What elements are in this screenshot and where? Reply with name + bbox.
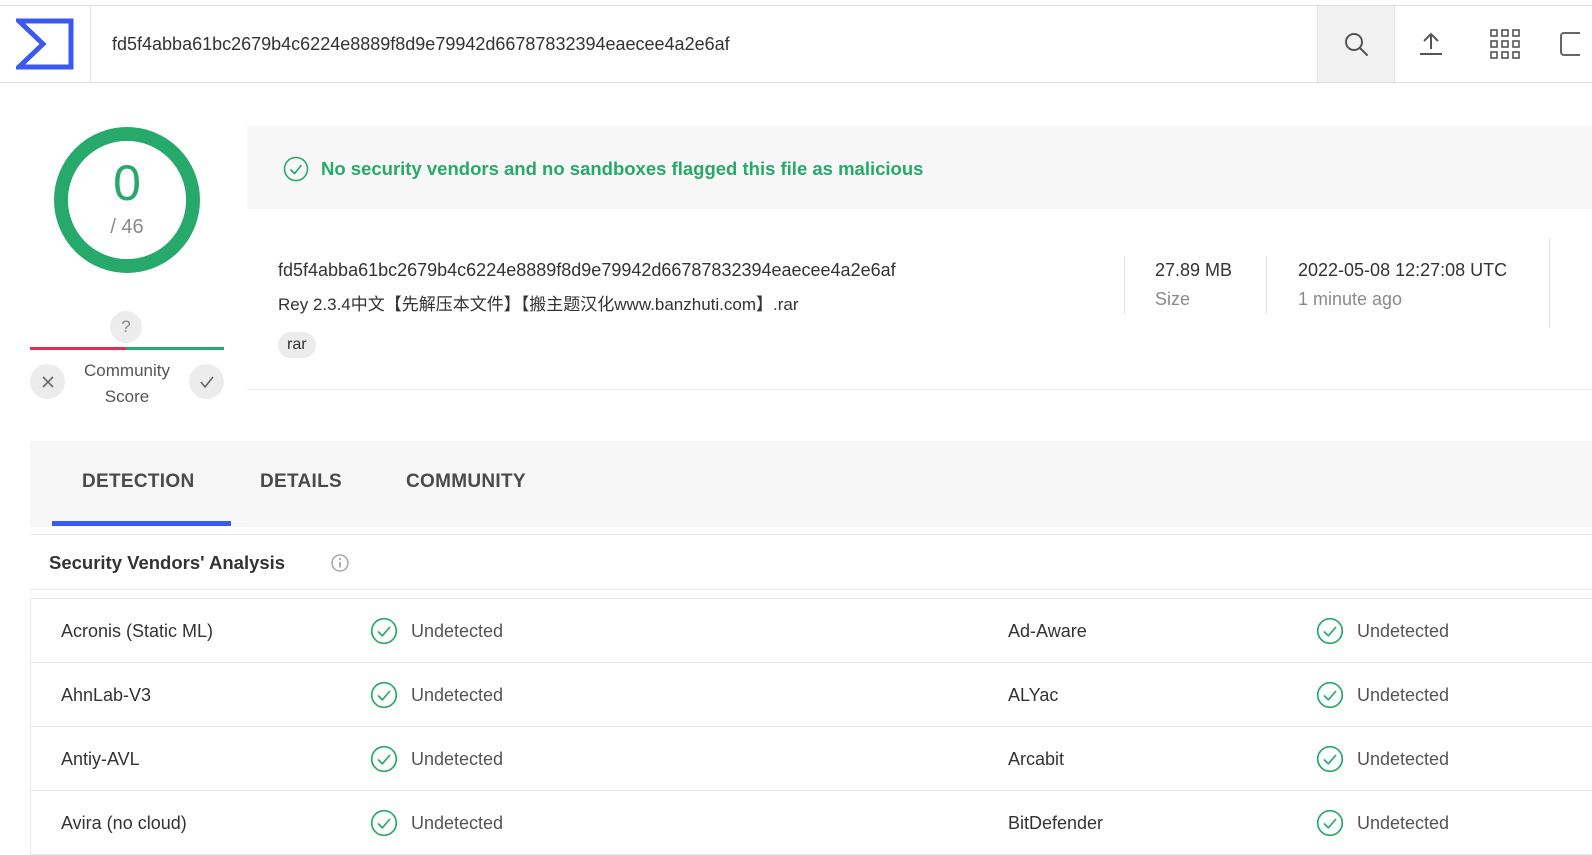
vendor-result: Undetected (411, 685, 504, 705)
check-circle-icon (1316, 745, 1344, 778)
community-score-badge: ? (110, 311, 142, 343)
divider (30, 589, 1592, 590)
community-score-bar-positive (126, 347, 224, 350)
check-circle-icon (1316, 809, 1344, 842)
tab-details[interactable]: DETAILS (260, 469, 342, 495)
search-input[interactable] (91, 6, 1315, 82)
detection-count: 0 (113, 155, 141, 211)
vendor-name: ALYac (1008, 685, 1059, 705)
section-title: Security Vendors' Analysis (49, 552, 286, 573)
vendor-result: Undetected (1357, 685, 1450, 705)
engine-total: / 46 (110, 216, 144, 238)
check-circle-icon (370, 809, 398, 842)
divider (30, 534, 1592, 535)
info-icon[interactable] (330, 553, 350, 573)
check-circle-icon (1316, 681, 1344, 714)
vendor-name: Ad-Aware (1008, 621, 1087, 641)
notification-icon[interactable] (1560, 32, 1580, 56)
check-circle-icon (370, 745, 398, 778)
divider (1124, 256, 1125, 314)
table-row: Acronis (Static ML) Undetected Ad-Aware Und… (31, 599, 1592, 663)
vendor-name: Antiy-AVL (61, 749, 140, 769)
close-icon (41, 375, 54, 388)
community-score-bar-negative (30, 347, 126, 350)
table-row: Antiy-AVL Undetected Arcabit Undetected (31, 727, 1592, 791)
upload-button[interactable] (1400, 6, 1462, 82)
vendor-table: Acronis (Static ML) Undetected Ad-Aware Und… (30, 598, 1592, 855)
virustotal-logo-icon[interactable] (0, 6, 91, 82)
vendor-result: Undetected (1357, 813, 1450, 833)
vendor-result: Undetected (411, 621, 504, 641)
vendor-name: Arcabit (1008, 749, 1065, 769)
table-row: Avira (no cloud) Undetected BitDefender Und… (31, 791, 1592, 855)
divider (1549, 238, 1550, 328)
vendor-result: Undetected (1357, 749, 1450, 769)
file-size: 27.89 MB (1155, 260, 1233, 280)
vendor-result: Undetected (1357, 621, 1450, 641)
active-tab-indicator (52, 521, 231, 526)
apps-grid-button[interactable] (1472, 6, 1538, 82)
vendor-name: BitDefender (1008, 813, 1104, 833)
analysis-date: 2022-05-08 12:27:08 UTC (1298, 260, 1508, 280)
search-button[interactable] (1317, 6, 1395, 82)
tab-community[interactable]: COMMUNITY (406, 469, 526, 495)
check-circle-icon (283, 156, 309, 182)
check-circle-icon (1316, 617, 1344, 650)
file-size-label: Size (1155, 289, 1191, 309)
file-name: Rey 2.3.4中文【先解压本文件】【搬主题汉化www.banzhuti.co… (278, 295, 799, 314)
file-hash: fd5f4abba61bc2679b4c6224e8889f8d9e79942d… (278, 260, 896, 280)
file-type-tag[interactable]: rar (278, 332, 316, 358)
vendor-result: Undetected (411, 749, 504, 769)
divider (1266, 256, 1267, 314)
verdict-message: No security vendors and no sandboxes fla… (321, 158, 924, 179)
check-circle-icon (370, 681, 398, 714)
check-circle-icon (370, 617, 398, 650)
vendor-name: Avira (no cloud) (61, 813, 187, 833)
top-bar (0, 5, 1592, 83)
apps-grid-icon (1490, 29, 1520, 59)
table-row: AhnLab-V3 Undetected ALYac Undetected (31, 663, 1592, 727)
upload-icon (1420, 32, 1442, 55)
vendor-name: Acronis (Static ML) (61, 621, 214, 641)
community-score-label: Community Score (84, 361, 170, 406)
vendor-name: AhnLab-V3 (61, 685, 152, 705)
vote-harmful-button[interactable] (30, 364, 65, 399)
tab-detection[interactable]: DETECTION (82, 469, 194, 495)
checkmark-icon (199, 376, 214, 388)
analysis-relative-time: 1 minute ago (1298, 289, 1403, 309)
vendor-result: Undetected (411, 813, 504, 833)
detection-score-ring: 0 / 46 (52, 125, 202, 275)
search-icon (1345, 33, 1368, 56)
vote-harmless-button[interactable] (189, 364, 224, 399)
